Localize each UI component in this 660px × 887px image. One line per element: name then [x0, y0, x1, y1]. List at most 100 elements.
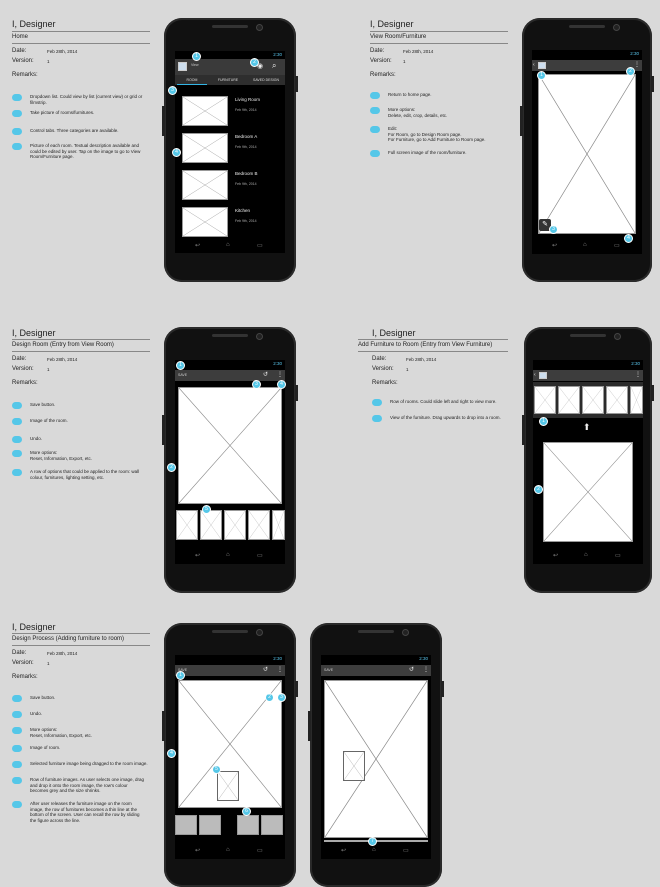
more-options-icon[interactable]: ⋮ [635, 372, 641, 379]
app-logo-icon[interactable] [539, 372, 547, 379]
app-title: I, Designer [12, 622, 56, 632]
room-thumbnail[interactable] [558, 386, 580, 414]
annotation-marker: 1 [539, 417, 548, 426]
furniture-thumbnail[interactable] [175, 815, 197, 835]
remark-text: Image of room. [30, 745, 61, 750]
search-icon[interactable]: ⌕ [272, 62, 276, 70]
back-icon[interactable]: ↩ [195, 847, 200, 854]
room-thumbnail[interactable] [630, 386, 643, 414]
status-time: 2:30 [419, 656, 428, 661]
recent-apps-icon[interactable]: ▭ [257, 242, 263, 249]
power-button [651, 385, 654, 401]
back-icon[interactable]: ↩ [553, 552, 558, 559]
furniture-thumbnail[interactable] [237, 815, 259, 835]
back-arrow-icon[interactable]: ‹ [534, 372, 536, 379]
save-button[interactable]: SAVE [324, 668, 333, 672]
list-item-date: Feb 9th, 2014 [235, 108, 257, 112]
recent-apps-icon[interactable]: ▭ [257, 847, 263, 854]
recent-apps-icon[interactable]: ▭ [403, 847, 409, 854]
back-icon[interactable]: ↩ [195, 242, 200, 249]
status-bar: 2:30 [175, 360, 285, 367]
option-thumbnail[interactable] [176, 510, 198, 540]
nav-bar: ↩ ⌂ ▭ [321, 845, 431, 859]
recent-apps-icon[interactable]: ▭ [615, 552, 621, 559]
panel-design-process: I, Designer Design Process (Adding furni… [0, 604, 460, 887]
panel-view-room: I, Designer View Room/Furniture Date: Fe… [358, 0, 660, 300]
undo-icon[interactable]: ↺ [409, 667, 414, 674]
remark-text: Take picture of rooms/furnitures. [30, 110, 95, 115]
annotation-marker: 7 [368, 837, 377, 846]
furniture-thumbnail[interactable] [199, 815, 221, 835]
annotation-marker: 2 [250, 58, 259, 67]
furniture-image[interactable] [543, 442, 633, 542]
power-button [295, 681, 298, 697]
back-arrow-icon[interactable]: ‹ [533, 62, 535, 69]
list-item-title: Bedroom A [235, 134, 258, 139]
tab-saved-design[interactable]: SAVED DESIGN [247, 75, 285, 85]
back-icon[interactable]: ↩ [341, 847, 346, 854]
dragged-furniture-image[interactable] [217, 771, 239, 801]
nav-bar: ↩ ⌂ ▭ [175, 550, 285, 564]
room-thumbnail[interactable] [182, 170, 228, 200]
annotation-marker: 2 [167, 463, 176, 472]
save-button[interactable]: SAVE [178, 373, 187, 377]
home-icon[interactable]: ⌂ [583, 242, 587, 248]
home-icon[interactable]: ⌂ [372, 847, 376, 853]
date-value: Feb 28th, 2014 [47, 49, 78, 54]
front-camera [256, 24, 263, 31]
more-options-icon[interactable]: ⋮ [423, 667, 429, 674]
remark-text: Control tabs. Three categories are avail… [30, 128, 119, 133]
back-icon[interactable]: ↩ [195, 552, 200, 559]
power-button [295, 76, 298, 92]
app-logo-icon[interactable] [538, 62, 546, 69]
more-options-icon[interactable]: ⋮ [277, 667, 283, 674]
speaker [212, 334, 248, 337]
recent-apps-icon[interactable]: ▭ [257, 552, 263, 559]
front-camera [256, 333, 263, 340]
room-thumbnail[interactable] [534, 386, 556, 414]
undo-icon[interactable]: ↺ [263, 372, 268, 379]
remark-marker [12, 469, 22, 476]
home-icon[interactable]: ⌂ [584, 552, 588, 558]
tab-furniture[interactable]: FURNITURE [211, 75, 245, 85]
remark-text: Edit: For Room, go to Design Room page. … [388, 126, 486, 142]
room-image [324, 680, 428, 838]
more-options-icon[interactable]: ⋮ [634, 62, 640, 69]
option-thumbnail[interactable] [224, 510, 246, 540]
home-icon[interactable]: ⌂ [226, 242, 230, 248]
room-thumbnail[interactable] [582, 386, 604, 414]
remark-marker [12, 745, 22, 752]
remark-marker [370, 150, 380, 157]
home-icon[interactable]: ⌂ [226, 552, 230, 558]
annotation-marker: 1 [537, 71, 546, 80]
option-thumbnail[interactable] [272, 510, 285, 540]
remark-marker [370, 107, 380, 114]
phone-screen: 2:30 SAVE ↺ ⋮ ↩ ⌂ ▭ [175, 655, 285, 859]
annotation-marker: 4 [172, 148, 181, 157]
front-camera [256, 629, 263, 636]
remark-marker [372, 399, 382, 406]
undo-icon[interactable]: ↺ [263, 667, 268, 674]
remark-marker [372, 415, 382, 422]
remark-text: Return to home page. [388, 92, 432, 97]
room-thumbnail[interactable] [606, 386, 628, 414]
placed-furniture-image[interactable] [343, 751, 365, 781]
recent-apps-icon[interactable]: ▭ [614, 242, 620, 249]
furniture-thumbnail[interactable] [261, 815, 283, 835]
home-icon[interactable]: ⌂ [226, 847, 230, 853]
front-camera [402, 629, 409, 636]
screen-divider [358, 351, 508, 352]
room-thumbnail[interactable] [182, 133, 228, 163]
more-options-icon[interactable]: ⋮ [277, 372, 283, 379]
option-thumbnail[interactable] [200, 510, 222, 540]
option-thumbnail[interactable] [248, 510, 270, 540]
view-dropdown[interactable]: View [191, 63, 199, 67]
action-bar: ‹ ⋮ [533, 370, 643, 381]
remark-marker [12, 695, 22, 702]
speaker [212, 25, 248, 28]
room-row[interactable] [533, 382, 643, 418]
back-icon[interactable]: ↩ [552, 242, 557, 249]
status-time: 2:30 [273, 52, 282, 57]
room-thumbnail[interactable] [182, 96, 228, 126]
room-thumbnail[interactable] [182, 207, 228, 237]
